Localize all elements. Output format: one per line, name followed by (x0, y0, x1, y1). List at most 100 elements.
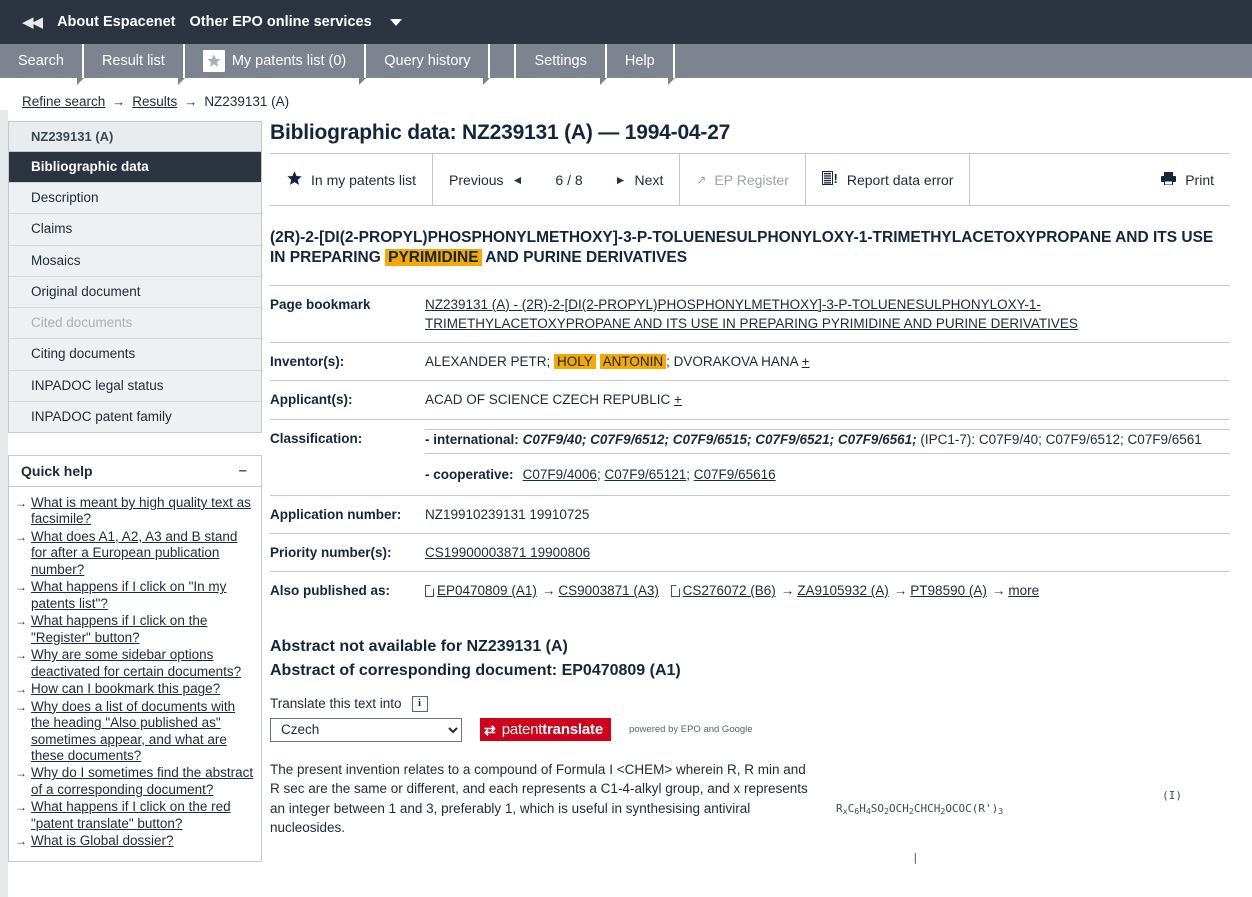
sidebar-item-bibliographic-data[interactable]: Bibliographic data (9, 152, 261, 184)
list-item[interactable]: → How can I bookmark this page? (15, 681, 255, 697)
list-item[interactable]: → Why do I sometimes find the abstract o… (15, 765, 255, 798)
tab-search[interactable]: Search (0, 44, 84, 85)
breadcrumb-results[interactable]: Results (132, 94, 177, 109)
classification-cooperative-row: - cooperative: C07F9/4006; C07F9/65121; … (425, 452, 1230, 486)
inventor-highlight-antonin: ANTONIN (599, 354, 667, 370)
page-position-label: 6 / 8 (555, 171, 583, 188)
print-button[interactable]: Print (970, 154, 1230, 205)
list-item[interactable]: → What happens if I click on the "Regist… (15, 613, 255, 646)
chemical-formula-image: RxC6H4SO2OCH2CHCH2OCOC(R')3 | OCH2P(O)(O… (818, 760, 1230, 897)
list-item[interactable]: → What is Global dossier? (15, 833, 255, 849)
tab-settings[interactable]: Settings (514, 44, 608, 85)
abstract-text: The present invention relates to a compo… (270, 761, 808, 835)
quick-help-link[interactable]: What happens if I click on "In my patent… (31, 579, 255, 612)
list-item[interactable]: → Why does a list of documents with the … (15, 699, 255, 765)
sidebar-item-mosaics[interactable]: Mosaics (9, 245, 261, 277)
next-button[interactable]: ► Next (599, 154, 681, 205)
info-icon[interactable]: i (411, 695, 428, 712)
sidebar-header: NZ239131 (A) (9, 122, 261, 152)
inventors-value: ALEXANDER PETR; HOLY ANTONIN; DVORAKOVA … (425, 342, 1230, 381)
list-item[interactable]: → Why are some sidebar options deactivat… (15, 647, 255, 680)
also-published-link[interactable]: CS9003871 (A3) (558, 583, 659, 598)
classification-international-row: - international: C07F9/40; C07F9/6512; C… (425, 428, 1230, 454)
tab-query-history[interactable]: Query history (364, 44, 491, 85)
breadcrumb-arrow-icon: → (112, 94, 126, 109)
previous-button[interactable]: Previous ◄ (433, 154, 539, 205)
report-data-error-button[interactable]: ! Report data error (806, 154, 971, 205)
ep-register-button: ↗ EP Register (680, 154, 806, 205)
list-item[interactable]: → What happens if I click on the red "pa… (15, 799, 255, 832)
cooperative-value: C07F9/4006; C07F9/65121; C07F9/65616 (522, 452, 1230, 486)
quick-help-list: → What is meant by high quality text as … (9, 487, 261, 861)
patent-translate-light: patent (501, 721, 543, 739)
sidebar-item-original-document[interactable]: Original document (9, 276, 261, 309)
patent-translate-button[interactable]: ⇄ patenttranslate (480, 718, 611, 742)
quick-help-link[interactable]: Why does a list of documents with the he… (31, 699, 255, 765)
list-item[interactable]: → What does A1, A2, A3 and B stand for a… (15, 529, 255, 578)
expand-applicants-button[interactable]: + (674, 392, 682, 407)
language-select[interactable]: Czech German English Spanish French (270, 717, 462, 742)
sidebar-item-claims[interactable]: Claims (9, 214, 261, 246)
table-row: Inventor(s): ALEXANDER PETR; HOLY ANTONI… (270, 342, 1230, 381)
cooperative-label: - cooperative: (425, 452, 523, 486)
content-columns: NZ239131 (A) Bibliographic data Descript… (0, 121, 1252, 897)
quick-help-link[interactable]: Why do I sometimes find the abstract of … (31, 765, 255, 798)
quick-help-link[interactable]: Why are some sidebar options deactivated… (31, 647, 255, 680)
in-my-patents-list-button[interactable]: In my patents list (270, 154, 434, 205)
breadcrumb-refine-search[interactable]: Refine search (22, 94, 105, 109)
about-espacenet-link[interactable]: About Espacenet (57, 14, 175, 30)
quick-help-link[interactable]: What does A1, A2, A3 and B stand for aft… (31, 529, 255, 578)
document-toolbar: In my patents list Previous ◄ 6 / 8 ► Ne… (270, 154, 1230, 206)
quick-help-link[interactable]: What happens if I click on the red "pate… (31, 799, 255, 832)
tab-my-patents-list[interactable]: My patents list (0) (182, 44, 367, 85)
tab-bar-filler (672, 44, 1252, 78)
chevron-right-icon: ► (614, 172, 627, 187)
quick-help-title: Quick help (21, 462, 93, 479)
expand-inventors-button[interactable]: + (802, 354, 810, 369)
priority-number-link[interactable]: CS19900003871 19900806 (425, 545, 590, 560)
cpc-link[interactable]: C07F9/4006 (523, 467, 597, 482)
sidebar-item-inpadoc-patent-family[interactable]: INPADOC patent family (9, 401, 261, 432)
also-published-link[interactable]: EP0470809 (A1) (437, 583, 537, 598)
quick-help-link[interactable]: What is meant by high quality text as fa… (31, 495, 255, 528)
tab-search-label: Search (18, 53, 64, 69)
also-published-link[interactable]: ZA9105932 (A) (797, 583, 889, 598)
tab-help[interactable]: Help (604, 44, 675, 85)
inventors-label: Inventor(s): (270, 342, 425, 381)
sidebar-item-inpadoc-legal-status[interactable]: INPADOC legal status (9, 370, 261, 402)
list-item[interactable]: → What is meant by high quality text as … (15, 495, 255, 528)
arrow-right-icon: → (15, 495, 27, 510)
quick-help-header: Quick help – (9, 456, 261, 487)
also-published-link[interactable]: CS276072 (B6) (683, 583, 776, 598)
arrow-right-icon: → (15, 766, 27, 781)
collapse-left-icon[interactable]: ◀◀ (22, 15, 43, 30)
cpc-link[interactable]: C07F9/65121 (604, 467, 686, 482)
main-content: Bibliographic data: NZ239131 (A) — 1994-… (262, 121, 1252, 897)
patent-translate-label: patenttranslate (502, 721, 603, 738)
international-codes-bold: C07F9/40; C07F9/6512; C07F9/6515; C07F9/… (522, 431, 917, 447)
sidebar-item-description[interactable]: Description (9, 183, 261, 215)
tab-query-history-label: Query history (384, 53, 471, 69)
top-bar: ◀◀ About Espacenet Other EPO online serv… (0, 0, 1252, 44)
list-item[interactable]: → What happens if I click on "In my pate… (15, 579, 255, 612)
quick-help-link[interactable]: What happens if I click on the "Register… (31, 613, 255, 646)
international-label: - international: (425, 428, 523, 454)
translate-row: Translate this text into i (270, 695, 1230, 712)
also-published-link[interactable]: PT98590 (A) (910, 583, 987, 598)
page-bookmark-link[interactable]: NZ239131 (A) - (2R)-2-[DI(2-PROPYL)PHOSP… (425, 297, 1078, 331)
collapse-minus-icon[interactable]: – (237, 463, 249, 478)
sidebar-item-citing-documents[interactable]: Citing documents (9, 339, 261, 371)
other-epo-services-link[interactable]: Other EPO online services (190, 14, 372, 30)
tab-settings-label: Settings (534, 53, 587, 69)
table-row: Classification: - international: C07F9/4… (270, 418, 1230, 496)
quick-help-link[interactable]: What is Global dossier? (31, 833, 174, 849)
also-published-more-link[interactable]: more (1008, 583, 1039, 598)
applicants-text: ACAD OF SCIENCE CZECH REPUBLIC (425, 392, 675, 408)
cpc-link[interactable]: C07F9/65616 (694, 467, 776, 482)
chevron-down-icon[interactable] (389, 18, 402, 26)
tab-result-list[interactable]: Result list (81, 44, 185, 85)
print-label: Print (1185, 171, 1214, 188)
report-error-icon: ! (821, 170, 839, 189)
quick-help-link[interactable]: How can I bookmark this page? (31, 681, 220, 697)
svg-text:!: ! (833, 171, 837, 186)
